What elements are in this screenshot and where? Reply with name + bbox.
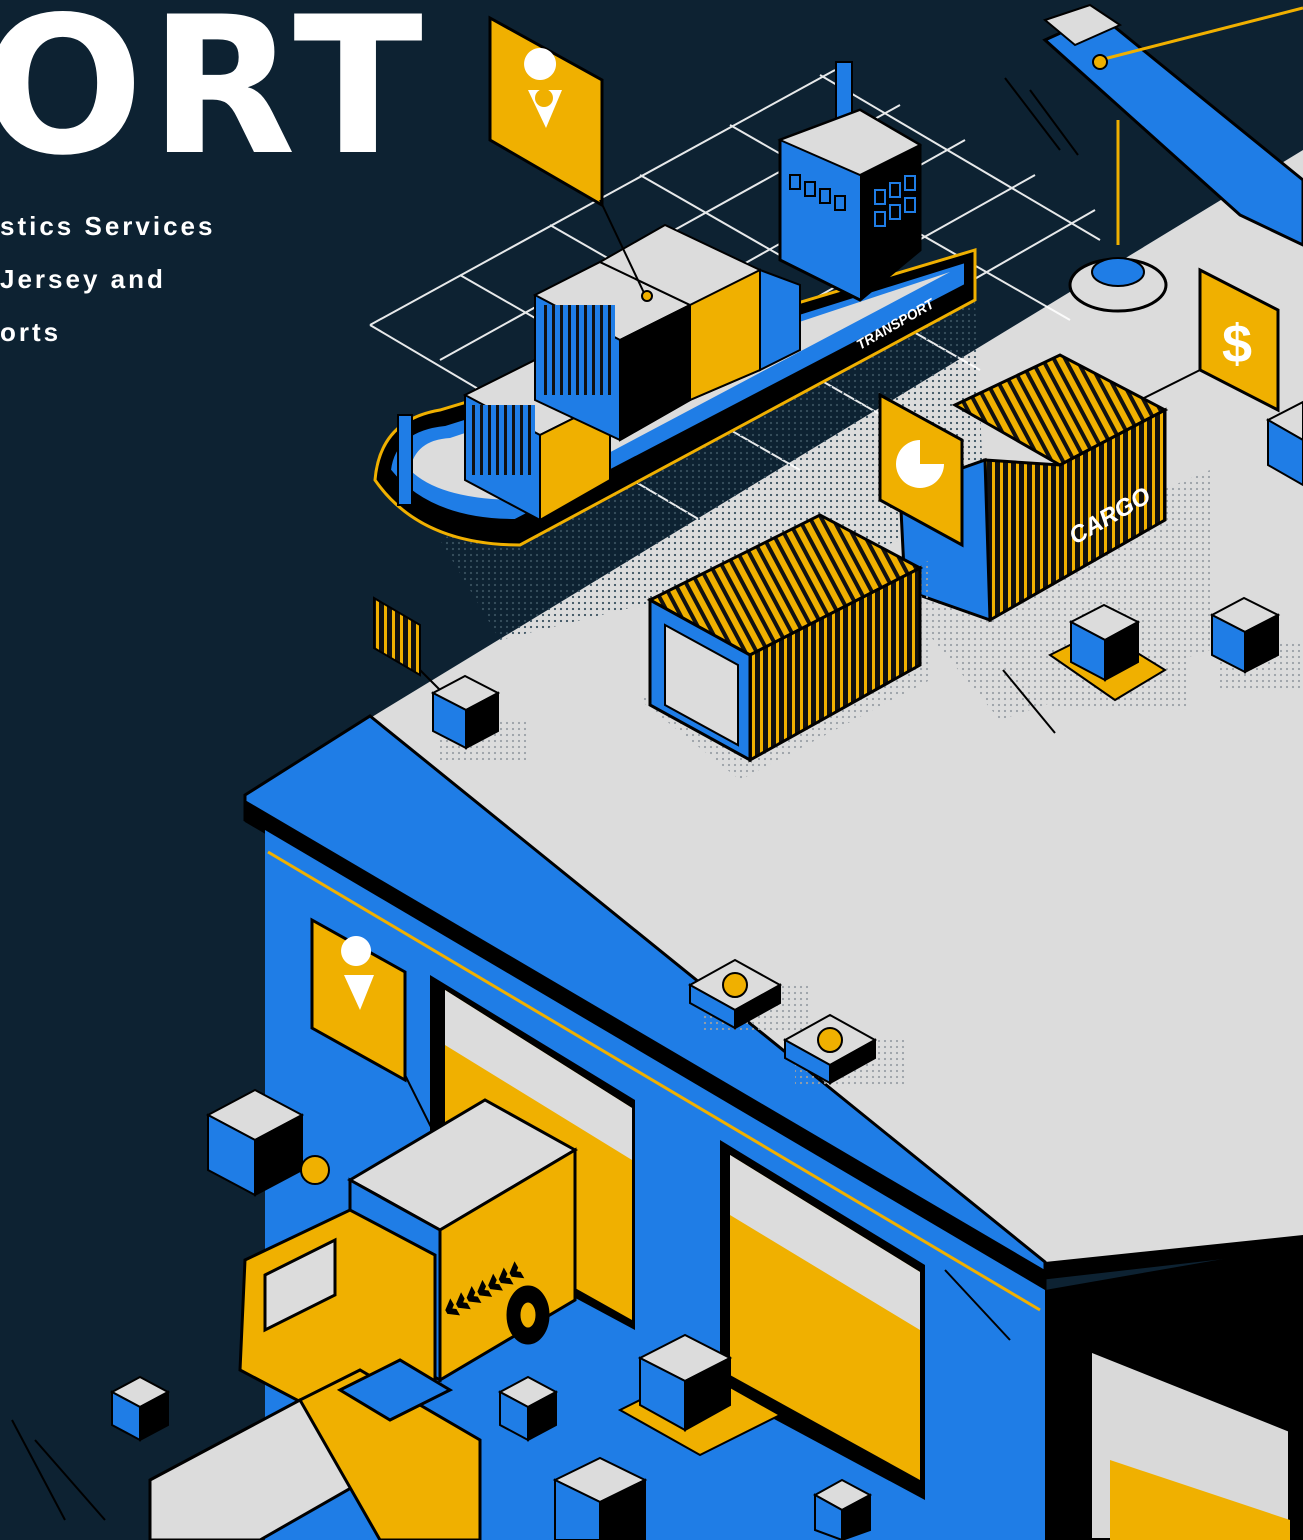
- port-logistics-illustration: TRANSPORT $ CARGO ‹‹‹‹‹‹‹: [11, 3, 1303, 1540]
- crate: [497, 1375, 559, 1442]
- location-pin-icon: [535, 89, 553, 107]
- hatched-flag-icon: [373, 596, 441, 691]
- crate: [109, 1375, 171, 1442]
- location-sign: [488, 15, 653, 302]
- dollar-icon: $: [1222, 314, 1252, 374]
